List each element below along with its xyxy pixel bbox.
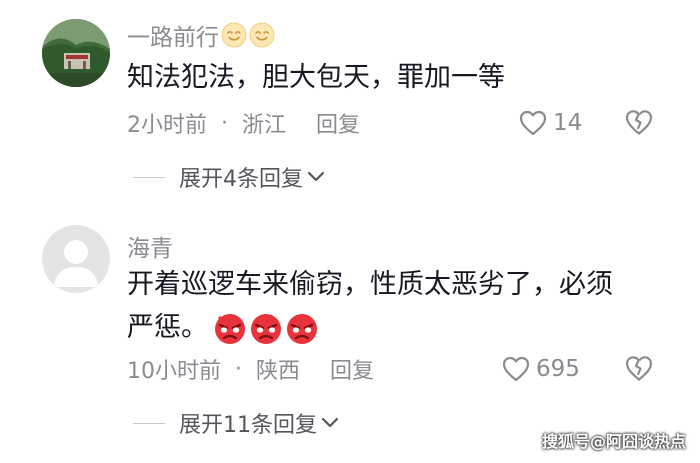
chevron-down-icon: [321, 417, 339, 428]
reply-button[interactable]: 回复: [316, 107, 360, 139]
dislike-button[interactable]: [624, 354, 654, 384]
comment-time: 10小时前: [127, 359, 221, 384]
username[interactable]: 一路前行: [127, 18, 277, 52]
reply-button[interactable]: 回复: [330, 353, 374, 385]
expand-divider-line: [133, 422, 165, 424]
broken-heart-icon: [625, 356, 653, 381]
chevron-down-icon: [307, 171, 325, 182]
username-text: 海青: [127, 236, 173, 262]
comment-text-line-2: 严惩。: [127, 312, 208, 343]
comment-meta: 10小时前 · 陕西 回复: [127, 353, 374, 385]
like-button[interactable]: 695: [502, 354, 580, 384]
heart-icon: [519, 110, 547, 136]
comment-text-line-1: 开着巡逻车来偷窃，性质太恶劣了，必须: [127, 269, 613, 300]
heart-icon: [502, 356, 530, 382]
comment-location: 陕西: [256, 359, 301, 384]
comment-time: 2小时前: [127, 113, 207, 138]
expand-replies-button[interactable]: 展开11条回复: [133, 408, 339, 438]
username-text: 一路前行: [127, 25, 219, 51]
comment-location: 浙江: [242, 113, 287, 138]
comment-meta: 2小时前 · 浙江 回复: [127, 107, 360, 139]
expand-divider-line: [133, 176, 165, 178]
broken-heart-icon: [625, 110, 653, 135]
angry-face-emoji-icon: [215, 313, 245, 344]
username[interactable]: 海青: [127, 229, 173, 263]
expand-replies-label: 展开11条回复: [179, 413, 317, 438]
comment-text: 开着巡逻车来偷窃，性质太恶劣了，必须 严惩。: [127, 263, 667, 349]
comment-text-content: 知法犯法，胆大包天，罪加一等: [127, 62, 505, 93]
like-count: 695: [536, 356, 580, 382]
dislike-button[interactable]: [624, 108, 654, 138]
expand-replies-label: 展开4条回复: [179, 167, 303, 192]
smiling-face-emoji-icon: [221, 22, 247, 48]
avatar[interactable]: [42, 225, 110, 293]
angry-face-emoji-icon: [251, 313, 281, 344]
expand-replies-button[interactable]: 展开4条回复: [133, 162, 325, 192]
meta-separator: ·: [235, 356, 242, 382]
avatar[interactable]: [42, 19, 110, 87]
watermark: 搜狐号@阿囧谈热点: [541, 432, 686, 451]
smiling-face-emoji-icon: [249, 22, 275, 48]
like-button[interactable]: 14: [519, 108, 582, 138]
angry-face-emoji-icon: [287, 313, 317, 344]
meta-separator: ·: [221, 110, 228, 136]
comment-text: 知法犯法，胆大包天，罪加一等: [127, 56, 667, 99]
like-count: 14: [553, 110, 583, 136]
